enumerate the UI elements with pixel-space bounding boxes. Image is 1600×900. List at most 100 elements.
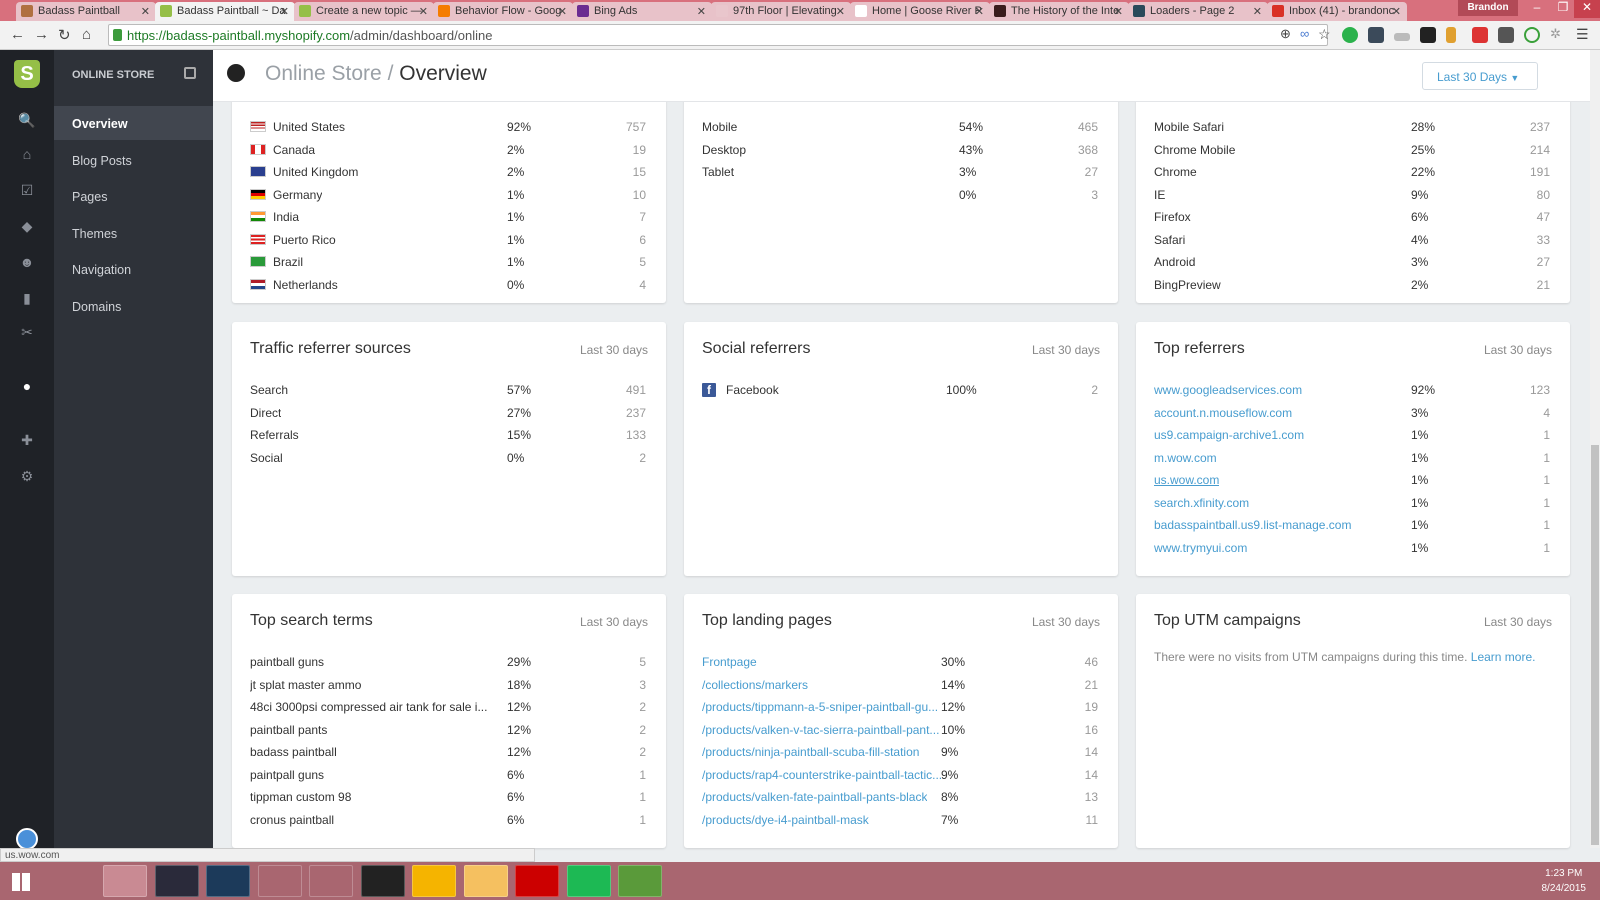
minimize-button[interactable]: – bbox=[1524, 0, 1550, 18]
table-row[interactable]: /collections/markers 14% 21 bbox=[702, 674, 1098, 696]
extension-icon[interactable] bbox=[1368, 27, 1384, 43]
apps-icon[interactable]: ✚ bbox=[18, 432, 36, 450]
close-tab-icon[interactable]: ✕ bbox=[558, 5, 567, 18]
sidebar-item-pages[interactable]: Pages bbox=[54, 179, 213, 213]
sidebar-item-overview[interactable]: Overview bbox=[54, 106, 213, 140]
orders-icon[interactable]: ☑ bbox=[18, 182, 36, 200]
sidebar-item-domains[interactable]: Domains bbox=[54, 289, 213, 323]
windows-start-icon[interactable] bbox=[0, 865, 44, 897]
close-tab-icon[interactable]: ✕ bbox=[419, 5, 428, 18]
table-row[interactable]: www.trymyui.com 1% 1 bbox=[1154, 537, 1550, 559]
sidebar-item-blog-posts[interactable]: Blog Posts bbox=[54, 143, 213, 177]
extension-icon[interactable] bbox=[1394, 33, 1410, 41]
table-row[interactable]: badasspaintball.us9.list-manage.com 1% 1 bbox=[1154, 514, 1550, 536]
maximize-button[interactable]: ❐ bbox=[1550, 0, 1576, 18]
row-link[interactable]: /products/valken-fate-paintball-pants-bl… bbox=[702, 790, 927, 804]
browser-tab[interactable]: Home | Goose River P ✕ bbox=[850, 2, 990, 21]
table-row[interactable]: search.xfinity.com 1% 1 bbox=[1154, 492, 1550, 514]
breadcrumb-parent[interactable]: Online Store bbox=[265, 62, 382, 85]
system-clock[interactable]: 1:23 PM 8/24/2015 bbox=[1542, 866, 1587, 896]
table-row[interactable]: account.n.mouseflow.com 3% 4 bbox=[1154, 402, 1550, 424]
close-tab-icon[interactable]: ✕ bbox=[280, 5, 289, 18]
app-fire-icon[interactable] bbox=[360, 865, 405, 897]
steam-icon[interactable] bbox=[154, 865, 199, 897]
profile-button[interactable]: Brandon bbox=[1458, 0, 1518, 16]
sidebar-item-navigation[interactable]: Navigation bbox=[54, 252, 213, 286]
external-link-icon[interactable] bbox=[184, 67, 196, 79]
close-tab-icon[interactable]: ✕ bbox=[1114, 5, 1123, 18]
grammarly-extension-icon[interactable] bbox=[1342, 27, 1358, 43]
bookmark-star-icon[interactable]: ☆ bbox=[1318, 26, 1331, 43]
spotify-icon[interactable] bbox=[566, 865, 611, 897]
browser-tab[interactable]: The History of the Inte ✕ bbox=[989, 2, 1129, 21]
table-row[interactable]: /products/valken-v-tac-sierra-paintball-… bbox=[702, 719, 1098, 741]
browser-tab[interactable]: Create a new topic — ✕ bbox=[294, 2, 434, 21]
close-tab-icon[interactable]: ✕ bbox=[836, 5, 845, 18]
row-link[interactable]: m.wow.com bbox=[1154, 451, 1217, 465]
row-link[interactable]: Frontpage bbox=[702, 655, 757, 669]
browser-tab[interactable]: Badass Paintball ~ Da ✕ bbox=[155, 2, 295, 21]
scrollbar-thumb[interactable] bbox=[1591, 445, 1599, 845]
row-link[interactable]: www.trymyui.com bbox=[1154, 541, 1247, 555]
home-icon[interactable]: ⌂ bbox=[18, 146, 36, 164]
table-row[interactable]: /products/rap4-counterstrike-paintball-t… bbox=[702, 764, 1098, 786]
row-link[interactable]: /collections/markers bbox=[702, 678, 808, 692]
browser-tab[interactable]: Badass Paintball ✕ bbox=[16, 2, 156, 21]
table-row[interactable]: us.wow.com 1% 1 bbox=[1154, 469, 1550, 491]
page-scrollbar[interactable] bbox=[1590, 50, 1600, 848]
browser-tab[interactable]: Inbox (41) - brandonc ✕ bbox=[1267, 2, 1407, 21]
table-row[interactable]: /products/valken-fate-paintball-pants-bl… bbox=[702, 786, 1098, 808]
evernote-extension-icon[interactable] bbox=[1498, 27, 1514, 43]
close-tab-icon[interactable]: ✕ bbox=[1392, 5, 1401, 18]
learn-more-link[interactable]: Learn more. bbox=[1471, 650, 1536, 664]
file-explorer-icon[interactable] bbox=[309, 865, 353, 897]
customers-icon[interactable]: ☻ bbox=[18, 254, 36, 272]
app-red-icon[interactable] bbox=[515, 865, 559, 897]
home-icon[interactable]: ⌂ bbox=[82, 26, 91, 43]
target-extension-icon[interactable] bbox=[1524, 27, 1540, 43]
menu-icon[interactable]: ☰ bbox=[1576, 26, 1589, 43]
extension-icon[interactable] bbox=[1420, 27, 1436, 43]
reports-icon[interactable]: ▮ bbox=[18, 290, 36, 308]
row-link[interactable]: us9.campaign-archive1.com bbox=[1154, 428, 1304, 442]
color-picker-icon[interactable] bbox=[1446, 27, 1456, 43]
chrome-icon[interactable] bbox=[103, 865, 147, 897]
table-row[interactable]: us9.campaign-archive1.com 1% 1 bbox=[1154, 424, 1550, 446]
row-link[interactable]: /products/valken-v-tac-sierra-paintball-… bbox=[702, 723, 939, 737]
discounts-icon[interactable]: ✂ bbox=[18, 324, 36, 342]
forward-icon[interactable]: → bbox=[34, 26, 49, 43]
row-link[interactable]: badasspaintball.us9.list-manage.com bbox=[1154, 518, 1351, 532]
app-icon[interactable] bbox=[206, 865, 250, 897]
extension-icon[interactable] bbox=[1472, 27, 1488, 43]
close-tab-icon[interactable]: ✕ bbox=[975, 5, 984, 18]
reload-icon[interactable]: ↻ bbox=[58, 26, 71, 44]
browser-tab[interactable]: Bing Ads ✕ bbox=[572, 2, 712, 21]
avatar[interactable] bbox=[16, 828, 38, 850]
evernote-icon[interactable] bbox=[618, 865, 662, 897]
settings-icon[interactable]: ⚙ bbox=[18, 468, 36, 486]
app-icon[interactable] bbox=[463, 865, 508, 897]
close-tab-icon[interactable]: ✕ bbox=[1253, 5, 1262, 18]
table-row[interactable]: /products/ninja-paintball-scuba-fill-sta… bbox=[702, 741, 1098, 763]
search-icon[interactable]: 🔍 bbox=[18, 112, 36, 130]
link-icon[interactable]: ∞ bbox=[1300, 26, 1309, 41]
zoom-icon[interactable]: ⊕ bbox=[1280, 26, 1291, 42]
row-link[interactable]: /products/tippmann-a-5-sniper-paintball-… bbox=[702, 700, 938, 714]
plex-icon[interactable] bbox=[412, 865, 456, 897]
row-link[interactable]: www.googleadservices.com bbox=[1154, 383, 1302, 397]
back-icon[interactable]: ← bbox=[10, 26, 25, 43]
browser-tab[interactable]: Loaders - Page 2 ✕ bbox=[1128, 2, 1268, 21]
shopify-logo[interactable]: S bbox=[14, 60, 40, 88]
sidebar-item-themes[interactable]: Themes bbox=[54, 216, 213, 250]
gear-icon[interactable]: ✲ bbox=[1550, 26, 1561, 42]
date-range-dropdown[interactable]: Last 30 Days ▼ bbox=[1422, 62, 1538, 90]
row-link[interactable]: /products/ninja-paintball-scuba-fill-sta… bbox=[702, 745, 919, 759]
row-link[interactable]: us.wow.com bbox=[1154, 473, 1219, 487]
browser-tab[interactable]: 97th Floor | Elevating ✕ bbox=[711, 2, 851, 21]
table-row[interactable]: Frontpage 30% 46 bbox=[702, 651, 1098, 673]
address-bar[interactable]: https://badass-paintball.myshopify.com/a… bbox=[108, 24, 1328, 46]
close-tab-icon[interactable]: ✕ bbox=[697, 5, 706, 18]
origin-icon[interactable] bbox=[257, 865, 302, 897]
table-row[interactable]: m.wow.com 1% 1 bbox=[1154, 447, 1550, 469]
table-row[interactable]: /products/tippmann-a-5-sniper-paintball-… bbox=[702, 696, 1098, 718]
